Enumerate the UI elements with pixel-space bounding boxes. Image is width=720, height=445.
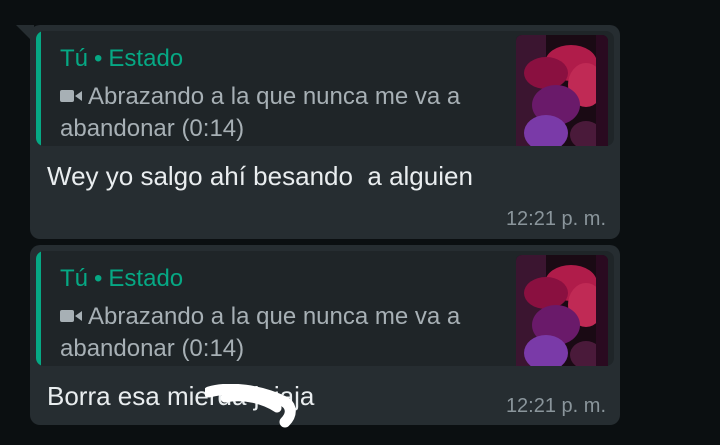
quote-type: Estado [108,265,184,292]
quote-header: Tú • Estado [60,265,183,293]
quote-separator: • [94,45,103,72]
quoted-status[interactable]: Tú • Estado Abrazando a la que nunca me va… [36,31,614,146]
message-text: Wey yo salgo ahí besando a alguien [47,161,473,191]
quote-type: Estado [108,45,184,72]
quote-caption: Abrazando a la que nunca me va a abandon… [60,83,461,142]
quote-caption-row: Abrazando a la que nunca me va a abandon… [60,301,510,365]
video-camera-icon [60,309,82,322]
quote-caption: Abrazando a la que nunca me va a abandon… [60,303,461,362]
quote-author: Tú [60,265,89,292]
message-timestamp: 12:21 p. m. [505,208,606,230]
quote-accent-bar [36,251,41,366]
redaction-scribble [205,384,296,428]
quote-caption-row: Abrazando a la que nunca me va a abandon… [60,81,510,145]
message-bubble[interactable]: Tú • Estado Abrazando a la que nunca me va… [30,25,620,239]
message-timestamp: 12:21 p. m. [505,395,606,417]
quote-separator: • [94,265,103,292]
message-bubble[interactable]: Tú • Estado Abrazando a la que nunca me va… [30,245,620,428]
video-camera-icon [60,89,82,102]
quote-author: Tú [60,45,89,72]
status-thumbnail[interactable] [516,255,608,366]
quote-accent-bar [36,31,41,146]
quoted-status[interactable]: Tú • Estado Abrazando a la que nunca me va… [36,251,614,366]
status-thumbnail[interactable] [516,35,608,146]
quote-header: Tú • Estado [60,45,183,73]
